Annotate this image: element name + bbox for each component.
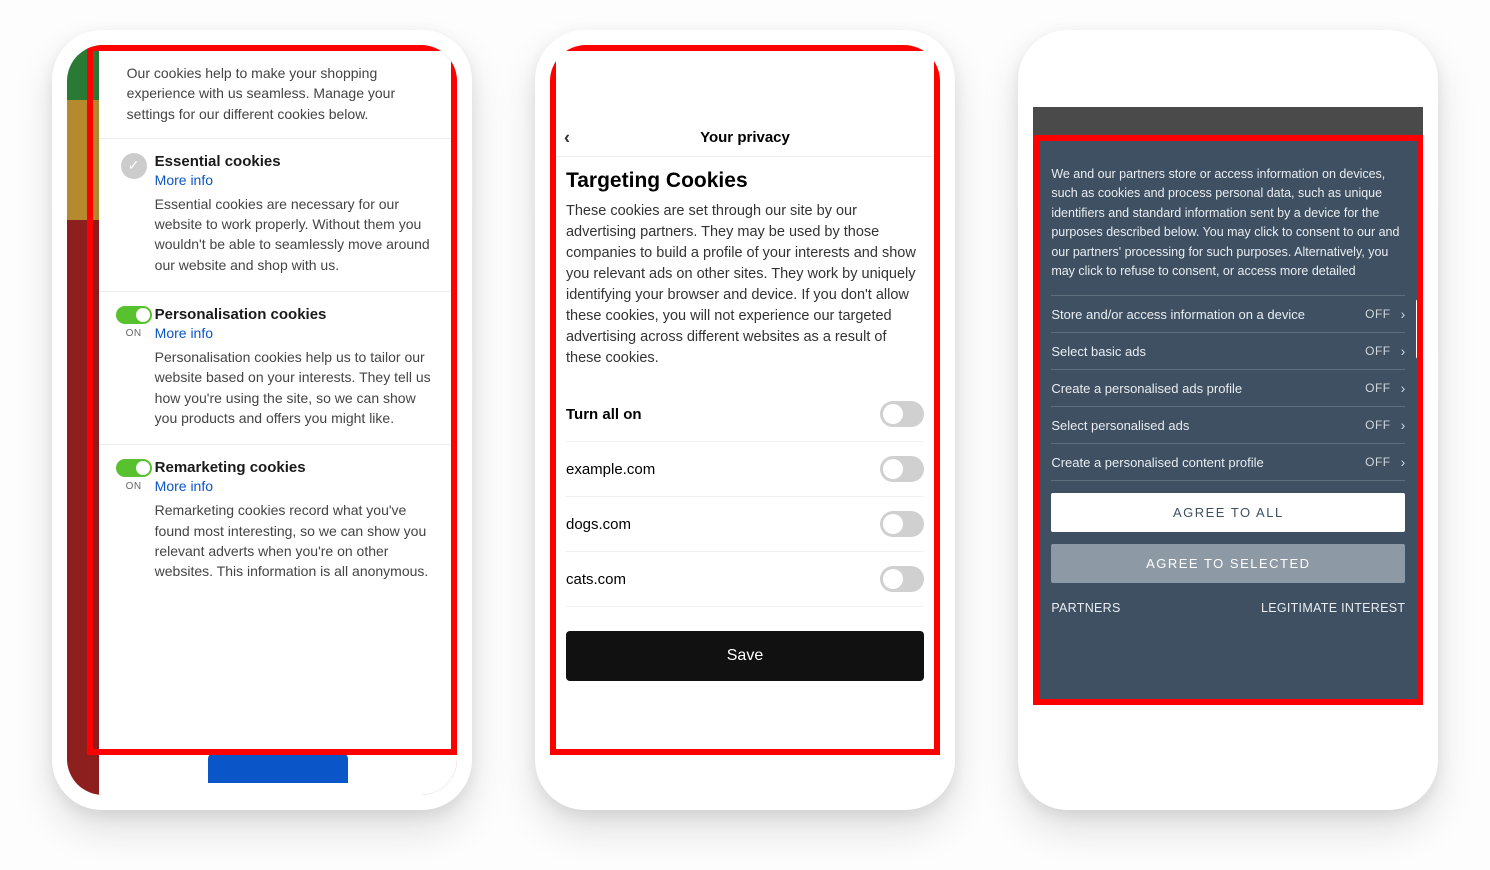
cookie-category: ✓ Essential cookies More info Essential coo… xyxy=(99,138,457,291)
more-info-link[interactable]: More info xyxy=(155,325,437,341)
cookie-category: ON Remarketing cookies More info Remarketin… xyxy=(99,444,457,597)
partners-link[interactable]: PARTNERS xyxy=(1051,601,1120,615)
purpose-label: Create a personalised content profile xyxy=(1051,455,1263,470)
phone-mockup-2: ‹ Your privacy Targeting Cookies These c… xyxy=(535,30,955,810)
category-title: Remarketing cookies xyxy=(155,459,437,476)
check-icon: ✓ xyxy=(121,153,147,179)
back-icon[interactable]: ‹ xyxy=(564,127,570,148)
phone-mockup-3: We and our partners store or access info… xyxy=(1018,30,1438,810)
purpose-label: Select basic ads xyxy=(1051,344,1146,359)
intro-text: Our cookies help to make your shopping e… xyxy=(99,45,457,138)
consent-intro: We and our partners store or access info… xyxy=(1051,165,1405,281)
legitimate-interest-link[interactable]: LEGITIMATE INTEREST xyxy=(1261,601,1405,615)
toggle-switch[interactable] xyxy=(880,511,924,537)
cookie-settings-sheet: Our cookies help to make your shopping e… xyxy=(99,45,457,795)
purpose-label: Store and/or access information on a dev… xyxy=(1051,307,1305,322)
row-label: dogs.com xyxy=(566,516,631,533)
row-label: example.com xyxy=(566,461,655,478)
section-description: These cookies are set through our site b… xyxy=(566,201,924,369)
category-title: Personalisation cookies xyxy=(155,306,437,323)
header-title: Your privacy xyxy=(700,129,790,146)
toggle-switch[interactable] xyxy=(880,456,924,482)
modal-header: ‹ Your privacy xyxy=(550,119,940,157)
more-info-link[interactable]: More info xyxy=(155,172,437,188)
toggle-switch[interactable] xyxy=(116,306,152,324)
category-description: Personalisation cookies help us to tailo… xyxy=(155,347,437,428)
partner-row: dogs.com xyxy=(566,497,924,552)
turn-all-on-row: Turn all on xyxy=(566,387,924,442)
agree-selected-button[interactable]: AGREE TO SELECTED xyxy=(1051,544,1405,583)
primary-cta-button[interactable] xyxy=(208,753,348,783)
purpose-row[interactable]: Create a personalised ads profile OFF › xyxy=(1051,369,1405,406)
purpose-row[interactable]: Select personalised ads OFF › xyxy=(1051,406,1405,443)
toggle-state-label: OFF xyxy=(1365,344,1391,358)
chevron-right-icon: › xyxy=(1401,343,1406,359)
more-info-link[interactable]: More info xyxy=(155,478,437,494)
phone-mockup-1: Our cookies help to make your shopping e… xyxy=(52,30,472,810)
agree-all-button[interactable]: AGREE TO ALL xyxy=(1051,493,1405,532)
chevron-right-icon: › xyxy=(1401,306,1406,322)
purpose-label: Select personalised ads xyxy=(1051,418,1189,433)
chevron-right-icon: › xyxy=(1401,380,1406,396)
chevron-right-icon: › xyxy=(1401,417,1406,433)
purpose-row[interactable]: Select basic ads OFF › xyxy=(1051,332,1405,369)
toggle-state-label: ON xyxy=(126,328,142,339)
purpose-row[interactable]: Store and/or access information on a dev… xyxy=(1051,295,1405,332)
purpose-label: Create a personalised ads profile xyxy=(1051,381,1242,396)
purpose-row[interactable]: Create a personalised content profile OFF… xyxy=(1051,443,1405,481)
toggle-switch[interactable] xyxy=(880,401,924,427)
row-label: cats.com xyxy=(566,571,626,588)
consent-panel: We and our partners store or access info… xyxy=(1033,139,1423,704)
toggle-state-label: OFF xyxy=(1365,455,1391,469)
toggle-state-label: OFF xyxy=(1365,418,1391,432)
toggle-state-label: ON xyxy=(126,481,142,492)
section-heading: Targeting Cookies xyxy=(566,169,924,193)
category-description: Remarketing cookies record what you've f… xyxy=(155,500,437,581)
row-label: Turn all on xyxy=(566,406,642,423)
chevron-right-icon: › xyxy=(1401,454,1406,470)
cookie-category: ON Personalisation cookies More info Person… xyxy=(99,291,457,444)
save-button[interactable]: Save xyxy=(566,631,924,681)
scrollbar-thumb[interactable] xyxy=(1416,299,1421,359)
partner-row: example.com xyxy=(566,442,924,497)
category-description: Essential cookies are necessary for our … xyxy=(155,194,437,275)
partner-row: cats.com xyxy=(566,552,924,607)
toggle-switch[interactable] xyxy=(116,459,152,477)
toggle-state-label: OFF xyxy=(1365,307,1391,321)
toggle-switch[interactable] xyxy=(880,566,924,592)
toggle-state-label: OFF xyxy=(1365,381,1391,395)
category-title: Essential cookies xyxy=(155,153,437,170)
